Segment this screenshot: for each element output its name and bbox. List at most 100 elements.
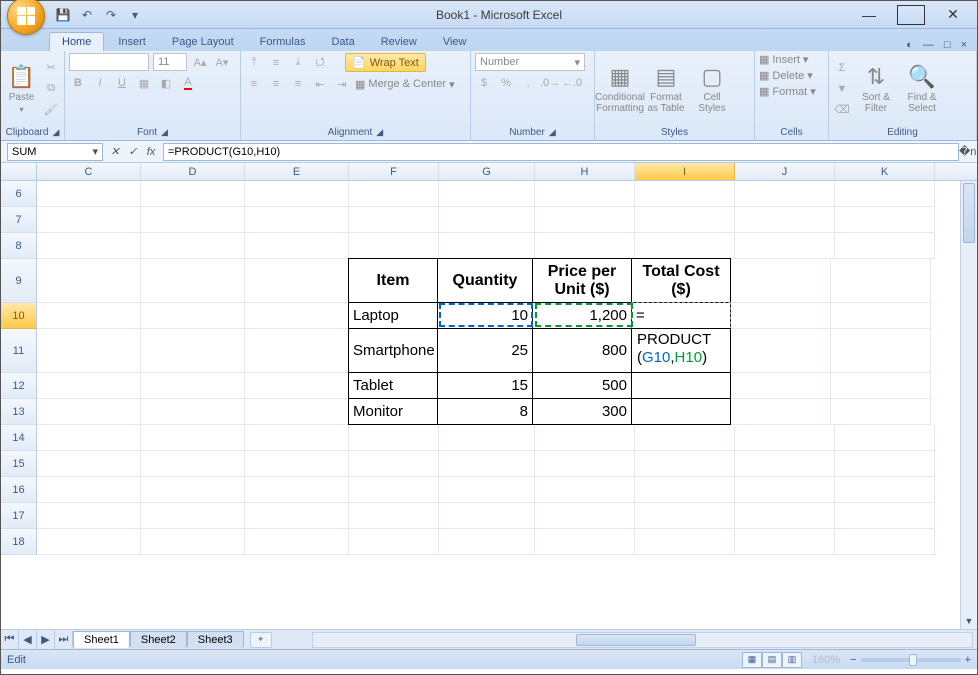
- cell-F10[interactable]: Laptop: [348, 302, 438, 329]
- sort-filter-button[interactable]: ⇅Sort & Filter: [855, 64, 897, 114]
- scroll-down-icon[interactable]: ▼: [961, 613, 977, 629]
- delete-cells-button[interactable]: ▦ Delete ▾: [759, 69, 813, 82]
- cell-G10[interactable]: 10: [437, 302, 533, 329]
- cell-H7[interactable]: [535, 207, 635, 233]
- cell-J15[interactable]: [735, 451, 835, 477]
- insert-cells-button[interactable]: ▦ Insert ▾: [759, 53, 808, 66]
- format-as-table-button[interactable]: ▤Format as Table: [645, 64, 687, 114]
- row-header-14[interactable]: 14: [1, 425, 37, 451]
- cell-C14[interactable]: [37, 425, 141, 451]
- cell-D18[interactable]: [141, 529, 245, 555]
- cell-K10[interactable]: [831, 303, 931, 329]
- enter-formula-icon[interactable]: ✓: [125, 144, 141, 160]
- cell-I13[interactable]: [631, 398, 731, 425]
- cell-I17[interactable]: [635, 503, 735, 529]
- merge-center-button[interactable]: ▦ Merge & Center ▾: [355, 78, 455, 91]
- cell-H18[interactable]: [535, 529, 635, 555]
- cell-F7[interactable]: [349, 207, 439, 233]
- col-header-g[interactable]: G: [439, 163, 535, 180]
- cell-F8[interactable]: [349, 233, 439, 259]
- cell-G14[interactable]: [439, 425, 535, 451]
- cell-F9[interactable]: Item: [348, 258, 438, 303]
- ribbon-min-icon[interactable]: —: [923, 39, 934, 51]
- cell-C18[interactable]: [37, 529, 141, 555]
- row-header-9[interactable]: 9: [1, 259, 37, 303]
- cell-D11[interactable]: [141, 329, 245, 373]
- tab-review[interactable]: Review: [369, 33, 429, 51]
- cell-F17[interactable]: [349, 503, 439, 529]
- font-combo[interactable]: [69, 53, 149, 71]
- cell-J12[interactable]: [731, 373, 831, 399]
- cell-E9[interactable]: [245, 259, 349, 303]
- cell-G15[interactable]: [439, 451, 535, 477]
- close-button[interactable]: ✕: [939, 5, 967, 25]
- cell-H14[interactable]: [535, 425, 635, 451]
- office-button[interactable]: [7, 0, 45, 35]
- cell-F11[interactable]: Smartphone: [348, 328, 438, 373]
- new-sheet-icon[interactable]: ✦: [250, 632, 272, 648]
- qat-dropdown-icon[interactable]: ▾: [127, 7, 143, 23]
- cell-K12[interactable]: [831, 373, 931, 399]
- cell-I6[interactable]: [635, 181, 735, 207]
- tab-insert[interactable]: Insert: [106, 33, 158, 51]
- save-icon[interactable]: 💾: [55, 7, 71, 23]
- row-header-10[interactable]: 10: [1, 303, 37, 329]
- cell-D9[interactable]: [141, 259, 245, 303]
- wrap-text-button[interactable]: 📄 Wrap Text: [345, 53, 426, 72]
- cell-C8[interactable]: [37, 233, 141, 259]
- shrink-font-icon[interactable]: A▾: [213, 53, 231, 71]
- cell-H15[interactable]: [535, 451, 635, 477]
- cell-I9[interactable]: Total Cost ($): [631, 258, 731, 303]
- redo-icon[interactable]: ↷: [103, 7, 119, 23]
- cell-H13[interactable]: 300: [532, 398, 632, 425]
- font-launcher-icon[interactable]: ◢: [161, 127, 168, 138]
- indent-dec-icon[interactable]: ⇤: [311, 75, 329, 93]
- cell-E11[interactable]: [245, 329, 349, 373]
- cell-G7[interactable]: [439, 207, 535, 233]
- find-select-button[interactable]: 🔍Find & Select: [901, 64, 943, 114]
- cell-K17[interactable]: [835, 503, 935, 529]
- cell-H16[interactable]: [535, 477, 635, 503]
- cell-H9[interactable]: Price per Unit ($): [532, 258, 632, 303]
- cell-J13[interactable]: [731, 399, 831, 425]
- fill-color-icon[interactable]: ◧: [157, 74, 175, 92]
- minimize-button[interactable]: —: [855, 5, 883, 25]
- indent-inc-icon[interactable]: ⇥: [333, 75, 351, 93]
- select-all-corner[interactable]: [1, 163, 37, 180]
- tab-home[interactable]: Home: [49, 32, 104, 51]
- cell-H12[interactable]: 500: [532, 372, 632, 399]
- cell-C12[interactable]: [37, 373, 141, 399]
- font-color-icon[interactable]: A: [179, 74, 197, 92]
- cell-F12[interactable]: Tablet: [348, 372, 438, 399]
- cell-E14[interactable]: [245, 425, 349, 451]
- cell-C11[interactable]: [37, 329, 141, 373]
- cell-G12[interactable]: 15: [437, 372, 533, 399]
- cell-G6[interactable]: [439, 181, 535, 207]
- sheet-tab-2[interactable]: Sheet2: [130, 631, 187, 648]
- cell-K9[interactable]: [831, 259, 931, 303]
- border-icon[interactable]: ▦: [135, 74, 153, 92]
- cell-E18[interactable]: [245, 529, 349, 555]
- cell-K13[interactable]: [831, 399, 931, 425]
- cell-C17[interactable]: [37, 503, 141, 529]
- tab-page-layout[interactable]: Page Layout: [160, 33, 246, 51]
- cell-K15[interactable]: [835, 451, 935, 477]
- fill-icon[interactable]: ▼: [833, 80, 851, 98]
- cell-G16[interactable]: [439, 477, 535, 503]
- align-center-icon[interactable]: ≡: [267, 75, 285, 93]
- comma-icon[interactable]: ,: [519, 74, 537, 92]
- cell-G9[interactable]: Quantity: [437, 258, 533, 303]
- vscroll-thumb[interactable]: [963, 183, 975, 243]
- row-header-17[interactable]: 17: [1, 503, 37, 529]
- cell-F6[interactable]: [349, 181, 439, 207]
- expand-formula-bar-icon[interactable]: �número: [959, 145, 977, 158]
- maximize-button[interactable]: [897, 5, 925, 25]
- clear-icon[interactable]: ⌫: [833, 101, 851, 119]
- cut-icon[interactable]: ✂: [42, 59, 60, 77]
- align-top-icon[interactable]: ⤒: [245, 54, 263, 72]
- row-header-11[interactable]: 11: [1, 329, 37, 373]
- orientation-icon[interactable]: ⭯: [311, 54, 329, 72]
- cell-G11[interactable]: 25: [437, 328, 533, 373]
- cell-I14[interactable]: [635, 425, 735, 451]
- undo-icon[interactable]: ↶: [79, 7, 95, 23]
